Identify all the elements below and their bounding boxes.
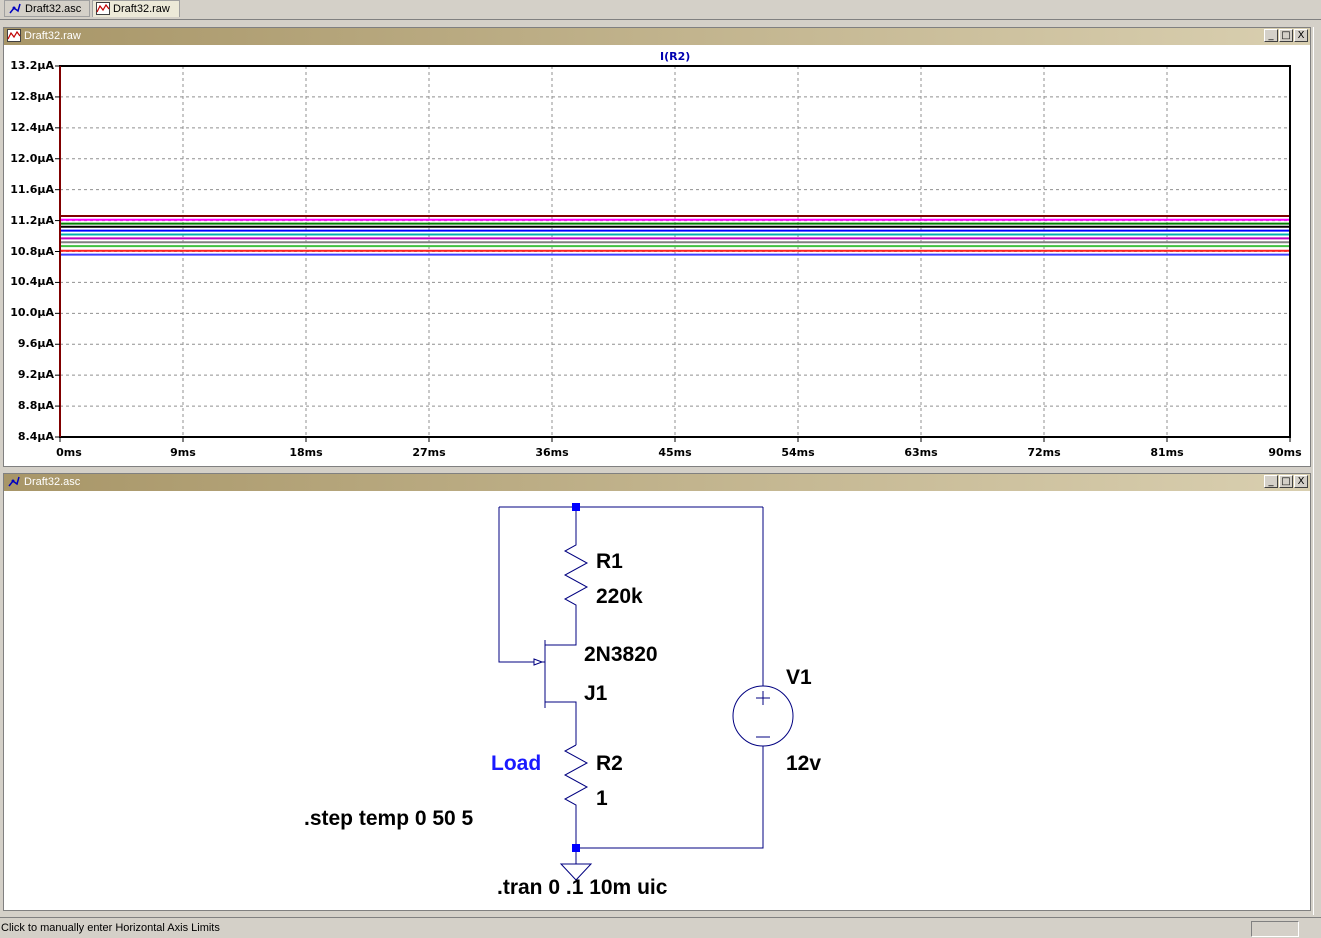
wire[interactable]: [545, 701, 577, 745]
r1-value-label[interactable]: 220k: [596, 585, 643, 609]
junction-dot: [572, 844, 580, 852]
status-panel: [1251, 921, 1299, 937]
j1-model-label[interactable]: 2N3820: [584, 643, 658, 667]
jfet-gate-arrow: [533, 658, 544, 666]
mdi-edge: [1313, 27, 1321, 915]
net-label-load[interactable]: Load: [491, 752, 541, 776]
wire[interactable]: [498, 507, 534, 663]
status-bar: Click to manually enter Horizontal Axis …: [0, 917, 1321, 937]
r1-name-label[interactable]: R1: [596, 550, 623, 574]
schematic-canvas[interactable]: [0, 0, 1321, 917]
junction-dot: [572, 503, 580, 511]
r2-name-label[interactable]: R2: [596, 752, 623, 776]
status-text: Click to manually enter Horizontal Axis …: [1, 922, 220, 934]
step-directive[interactable]: .step temp 0 50 5: [304, 807, 473, 831]
resistor-r1[interactable]: [545, 507, 589, 646]
polarity-marks: [756, 691, 770, 738]
tran-directive[interactable]: .tran 0 .1 10m uic: [497, 876, 667, 900]
v1-name-label[interactable]: V1: [786, 666, 812, 690]
r2-value-label[interactable]: 1: [596, 787, 608, 811]
j1-name-label[interactable]: J1: [584, 682, 607, 706]
resistor-r2[interactable]: [563, 744, 589, 848]
v1-value-label[interactable]: 12v: [786, 752, 821, 776]
